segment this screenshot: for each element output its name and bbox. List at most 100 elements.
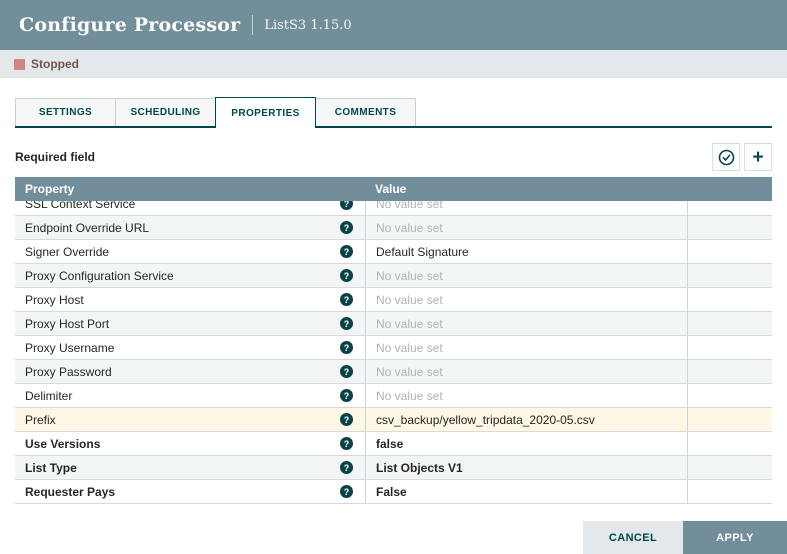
- help-icon[interactable]: ?: [340, 317, 353, 330]
- property-name: Proxy Host Port: [25, 317, 109, 331]
- property-name: Proxy Password: [25, 365, 112, 379]
- property-value[interactable]: Default Signature: [365, 240, 687, 263]
- table-row[interactable]: Prefix? csv_backup/yellow_tripdata_2020-0…: [15, 408, 772, 432]
- table-row[interactable]: SSL Context Service?No value set: [15, 201, 772, 216]
- property-value[interactable]: No value set: [365, 360, 687, 383]
- help-icon[interactable]: ?: [340, 389, 353, 402]
- property-value[interactable]: No value set: [365, 312, 687, 335]
- property-value[interactable]: No value set: [365, 384, 687, 407]
- property-value[interactable]: false: [365, 432, 687, 455]
- property-cell: List Type?: [15, 456, 365, 479]
- plus-icon: +: [752, 148, 763, 167]
- row-end-cell: [687, 480, 772, 503]
- property-name: Prefix: [25, 413, 56, 427]
- tab-properties[interactable]: PROPERTIES: [215, 97, 316, 128]
- table-row[interactable]: Delimiter?No value set: [15, 384, 772, 408]
- table-toolbar: Required field +: [15, 143, 772, 171]
- cancel-button[interactable]: CANCEL: [583, 521, 683, 554]
- verify-properties-button[interactable]: [712, 143, 740, 171]
- table-row[interactable]: Use Versions?false: [15, 432, 772, 456]
- help-icon[interactable]: ?: [340, 221, 353, 234]
- property-value[interactable]: No value set: [365, 216, 687, 239]
- row-end-cell: [687, 408, 772, 431]
- tab-scheduling[interactable]: SCHEDULING: [115, 98, 216, 126]
- configure-processor-dialog: Configure Processor ListS3 1.15.0 Stoppe…: [0, 0, 787, 554]
- dialog-titlebar: Configure Processor ListS3 1.15.0: [0, 0, 787, 50]
- property-name: Proxy Host: [25, 293, 84, 307]
- table-row[interactable]: Proxy Configuration Service?No value set: [15, 264, 772, 288]
- column-header-property: Property: [15, 182, 365, 196]
- table-row[interactable]: Signer Override?Default Signature: [15, 240, 772, 264]
- help-icon[interactable]: ?: [340, 413, 353, 426]
- tab-bar: SETTINGS SCHEDULING PROPERTIES COMMENTS: [15, 97, 772, 128]
- property-cell: Proxy Host?: [15, 288, 365, 311]
- table-row[interactable]: Proxy Host Port?No value set: [15, 312, 772, 336]
- column-header-value: Value: [365, 182, 687, 196]
- property-value[interactable]: No value set: [365, 201, 687, 215]
- property-cell: Use Versions?: [15, 432, 365, 455]
- property-cell: Proxy Configuration Service?: [15, 264, 365, 287]
- row-end-cell: [687, 336, 772, 359]
- row-end-cell: [687, 216, 772, 239]
- property-name: Requester Pays: [25, 485, 115, 499]
- property-name: Proxy Configuration Service: [25, 269, 174, 283]
- property-value[interactable]: No value set: [365, 288, 687, 311]
- add-property-button[interactable]: +: [744, 143, 772, 171]
- row-end-cell: [687, 384, 772, 407]
- row-end-cell: [687, 240, 772, 263]
- tab-settings[interactable]: SETTINGS: [15, 98, 116, 126]
- properties-table: Property Value SSL Context Service?No va…: [15, 177, 772, 505]
- table-row[interactable]: Proxy Password?No value set: [15, 360, 772, 384]
- property-value[interactable]: No value set: [365, 336, 687, 359]
- property-cell: Proxy Host Port?: [15, 312, 365, 335]
- table-row[interactable]: List Type?List Objects V1: [15, 456, 772, 480]
- row-end-cell: [687, 360, 772, 383]
- tab-comments[interactable]: COMMENTS: [315, 98, 416, 126]
- property-value[interactable]: csv_backup/yellow_tripdata_2020-05.csv: [365, 408, 687, 431]
- property-value[interactable]: List Objects V1: [365, 456, 687, 479]
- row-end-cell: [687, 312, 772, 335]
- properties-rows[interactable]: SSL Context Service?No value setEndpoint…: [15, 201, 772, 505]
- status-label: Stopped: [31, 57, 79, 71]
- apply-button[interactable]: APPLY: [683, 521, 787, 554]
- property-value[interactable]: No value set: [365, 264, 687, 287]
- help-icon[interactable]: ?: [340, 437, 353, 450]
- table-row[interactable]: Proxy Username?No value set: [15, 336, 772, 360]
- property-cell: Signer Override?: [15, 240, 365, 263]
- help-icon[interactable]: ?: [340, 201, 353, 210]
- row-end-cell: [687, 201, 772, 215]
- table-row[interactable]: Proxy Host?No value set: [15, 288, 772, 312]
- help-icon[interactable]: ?: [340, 269, 353, 282]
- help-icon[interactable]: ?: [340, 293, 353, 306]
- property-cell: Endpoint Override URL?: [15, 216, 365, 239]
- status-bar: Stopped: [0, 50, 787, 78]
- check-circle-icon: [718, 149, 735, 166]
- title-separator: [252, 15, 253, 35]
- help-icon[interactable]: ?: [340, 485, 353, 498]
- help-icon[interactable]: ?: [340, 461, 353, 474]
- help-icon[interactable]: ?: [340, 341, 353, 354]
- property-name: List Type: [25, 461, 77, 475]
- table-row[interactable]: Endpoint Override URL?No value set: [15, 216, 772, 240]
- property-cell: Proxy Username?: [15, 336, 365, 359]
- property-value[interactable]: False: [365, 480, 687, 503]
- table-row[interactable]: Requester Pays? False: [15, 480, 772, 504]
- row-end-cell: [687, 264, 772, 287]
- property-name: Delimiter: [25, 389, 72, 403]
- property-name: Proxy Username: [25, 341, 114, 355]
- property-cell: SSL Context Service?: [15, 201, 365, 215]
- row-end-cell: [687, 456, 772, 479]
- toolbar-buttons: +: [708, 143, 772, 171]
- property-cell: Proxy Password?: [15, 360, 365, 383]
- processor-name-version: ListS3 1.15.0: [264, 18, 351, 33]
- property-name: Signer Override: [25, 245, 109, 259]
- required-field-label: Required field: [15, 150, 95, 164]
- row-end-cell: [687, 288, 772, 311]
- property-name: Endpoint Override URL: [25, 221, 149, 235]
- property-name: Use Versions: [25, 437, 100, 451]
- dialog-title: Configure Processor: [19, 14, 240, 36]
- property-cell: Delimiter?: [15, 384, 365, 407]
- help-icon[interactable]: ?: [340, 245, 353, 258]
- help-icon[interactable]: ?: [340, 365, 353, 378]
- stopped-status-icon: [14, 59, 25, 70]
